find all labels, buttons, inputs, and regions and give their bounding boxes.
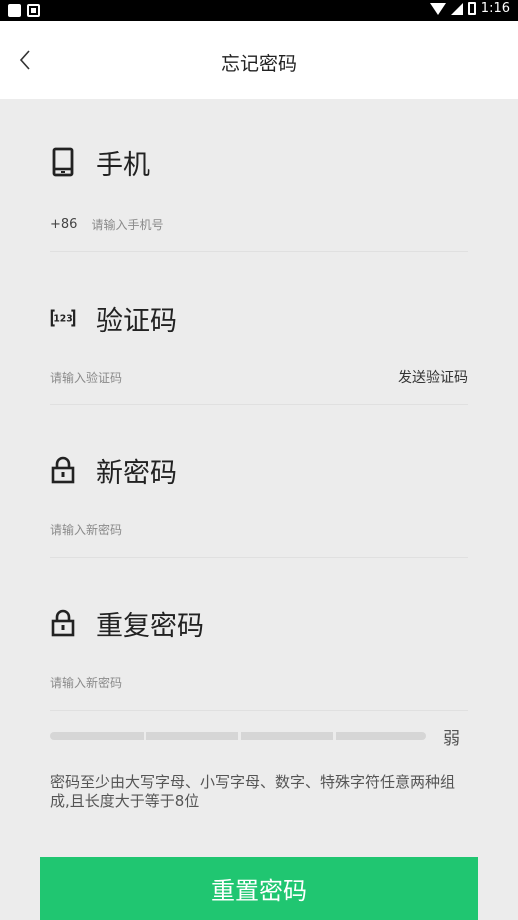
code-field: 请输入验证码 发送验证码 [50, 366, 468, 388]
notification-icons [8, 4, 40, 17]
phone-icon [50, 145, 76, 179]
reset-password-button[interactable]: 重置密码 [40, 857, 478, 920]
country-code[interactable]: +86 [50, 217, 77, 232]
clock: 1:16 [480, 1, 510, 16]
phone-section: 手机 [50, 142, 468, 182]
new-password-header: 新密码 [50, 450, 468, 490]
code-section: 123 验证码 [50, 298, 468, 338]
strength-segment [241, 732, 333, 740]
lock-icon [50, 453, 76, 487]
phone-title: 手机 [96, 149, 150, 181]
wifi-icon [429, 2, 446, 15]
system-icons: 1:16 [429, 1, 510, 16]
app-notification-icon [27, 4, 40, 17]
password-hint: 密码至少由大写字母、小写字母、数字、特殊字符任意两种组成,且长度大于等于8位 [50, 773, 456, 810]
notification-icon [8, 4, 21, 17]
send-code-button[interactable]: 发送验证码 [398, 367, 468, 387]
new-password-section: 新密码 [50, 450, 468, 490]
strength-segment [50, 732, 144, 740]
title-bar: 忘记密码 [0, 21, 518, 99]
repeat-password-input[interactable]: 请输入新密码 [50, 674, 122, 691]
strength-segment [146, 732, 238, 740]
status-bar: 1:16 [0, 0, 518, 21]
divider [50, 404, 468, 405]
repeat-password-title: 重复密码 [96, 610, 204, 642]
lock-icon [50, 606, 76, 640]
phone-input[interactable]: 请输入手机号 [91, 216, 163, 233]
phone-field[interactable]: +86 请输入手机号 [50, 213, 468, 235]
new-password-title: 新密码 [96, 457, 177, 489]
code-title: 验证码 [96, 305, 177, 337]
signal-icon [450, 2, 463, 15]
divider [50, 251, 468, 252]
divider [50, 710, 468, 711]
code-123-icon: 123 [50, 301, 76, 335]
page-title: 忘记密码 [220, 53, 297, 75]
phone-header: 手机 [50, 142, 468, 182]
strength-label: 弱 [443, 729, 460, 749]
code-input[interactable]: 请输入验证码 [50, 369, 122, 386]
repeat-password-header: 重复密码 [50, 603, 468, 643]
battery-icon [467, 2, 476, 15]
new-password-field[interactable]: 请输入新密码 [50, 518, 468, 540]
divider [50, 557, 468, 558]
strength-segment [336, 732, 426, 740]
new-password-input[interactable]: 请输入新密码 [50, 521, 122, 538]
svg-text:123: 123 [53, 314, 72, 325]
repeat-password-field[interactable]: 请输入新密码 [50, 671, 468, 693]
password-strength-meter: 弱 [50, 728, 468, 749]
repeat-password-section: 重复密码 [50, 603, 468, 643]
code-header: 123 验证码 [50, 298, 468, 338]
